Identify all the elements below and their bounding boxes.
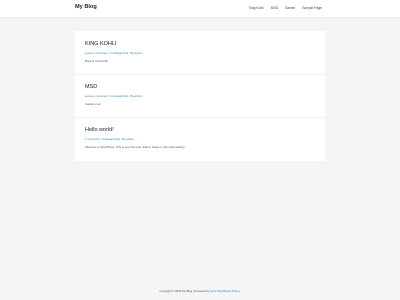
posts-container: KING KOHLI Leave a Comment / Uncategoriz… <box>75 31 325 161</box>
nav-item-sachin[interactable]: Sachin <box>285 6 295 10</box>
nav-item-msd[interactable]: MSD <box>271 6 278 10</box>
post-title[interactable]: MSD <box>85 84 315 91</box>
post-author-link[interactable]: By admin <box>131 51 143 55</box>
post-category-link[interactable]: Uncategorized <box>102 137 120 141</box>
post-title[interactable]: Hello world! <box>85 127 315 134</box>
site-title[interactable]: My Blog <box>75 4 97 10</box>
post-divider <box>75 117 325 118</box>
post-author-link[interactable]: By admin <box>131 94 143 98</box>
post-category-link[interactable]: Uncategorized <box>110 94 128 98</box>
post-comments-link[interactable]: Leave a Comment <box>85 51 108 55</box>
post-divider <box>75 74 325 75</box>
post-comments-link[interactable]: 1 Comment <box>85 137 99 141</box>
post-category-link[interactable]: Uncategorized <box>110 51 128 55</box>
post-meta: 1 Comment / Uncategorized / By admin <box>85 137 315 141</box>
site-footer: Copyright © 2023 My Blog | Powered by As… <box>0 289 400 293</box>
post-meta: Leave a Comment / Uncategorized / By adm… <box>85 51 315 55</box>
post-excerpt: Captain cool <box>85 102 101 106</box>
post-comments-link[interactable]: Leave a Comment <box>85 94 108 98</box>
primary-nav: King Kohli MSD Sachin Sample Page <box>249 6 322 10</box>
post-meta: Leave a Comment / Uncategorized / By adm… <box>85 94 315 98</box>
post-title[interactable]: KING KOHLI <box>85 41 315 48</box>
site-header: My Blog King Kohli MSD Sachin Sample Pag… <box>0 0 400 18</box>
post-hello-world: Hello world! 1 Comment / Uncategorized /… <box>85 127 315 149</box>
post-king-kohli: KING KOHLI Leave a Comment / Uncategoriz… <box>85 41 315 63</box>
post-msd: MSD Leave a Comment / Uncategorized / By… <box>85 84 315 106</box>
post-excerpt: Welcome to WordPress. This is your first… <box>85 145 185 149</box>
footer-theme-link[interactable]: Astra WordPress Theme <box>210 289 241 293</box>
post-author-link[interactable]: By admin <box>122 137 134 141</box>
nav-item-sample-page[interactable]: Sample Page <box>302 6 322 10</box>
footer-copyright: Copyright © 2023 My Blog | Powered by <box>159 289 210 293</box>
post-excerpt: Boss of Virat Kohli <box>85 59 108 63</box>
nav-item-king-kohli[interactable]: King Kohli <box>249 6 264 10</box>
